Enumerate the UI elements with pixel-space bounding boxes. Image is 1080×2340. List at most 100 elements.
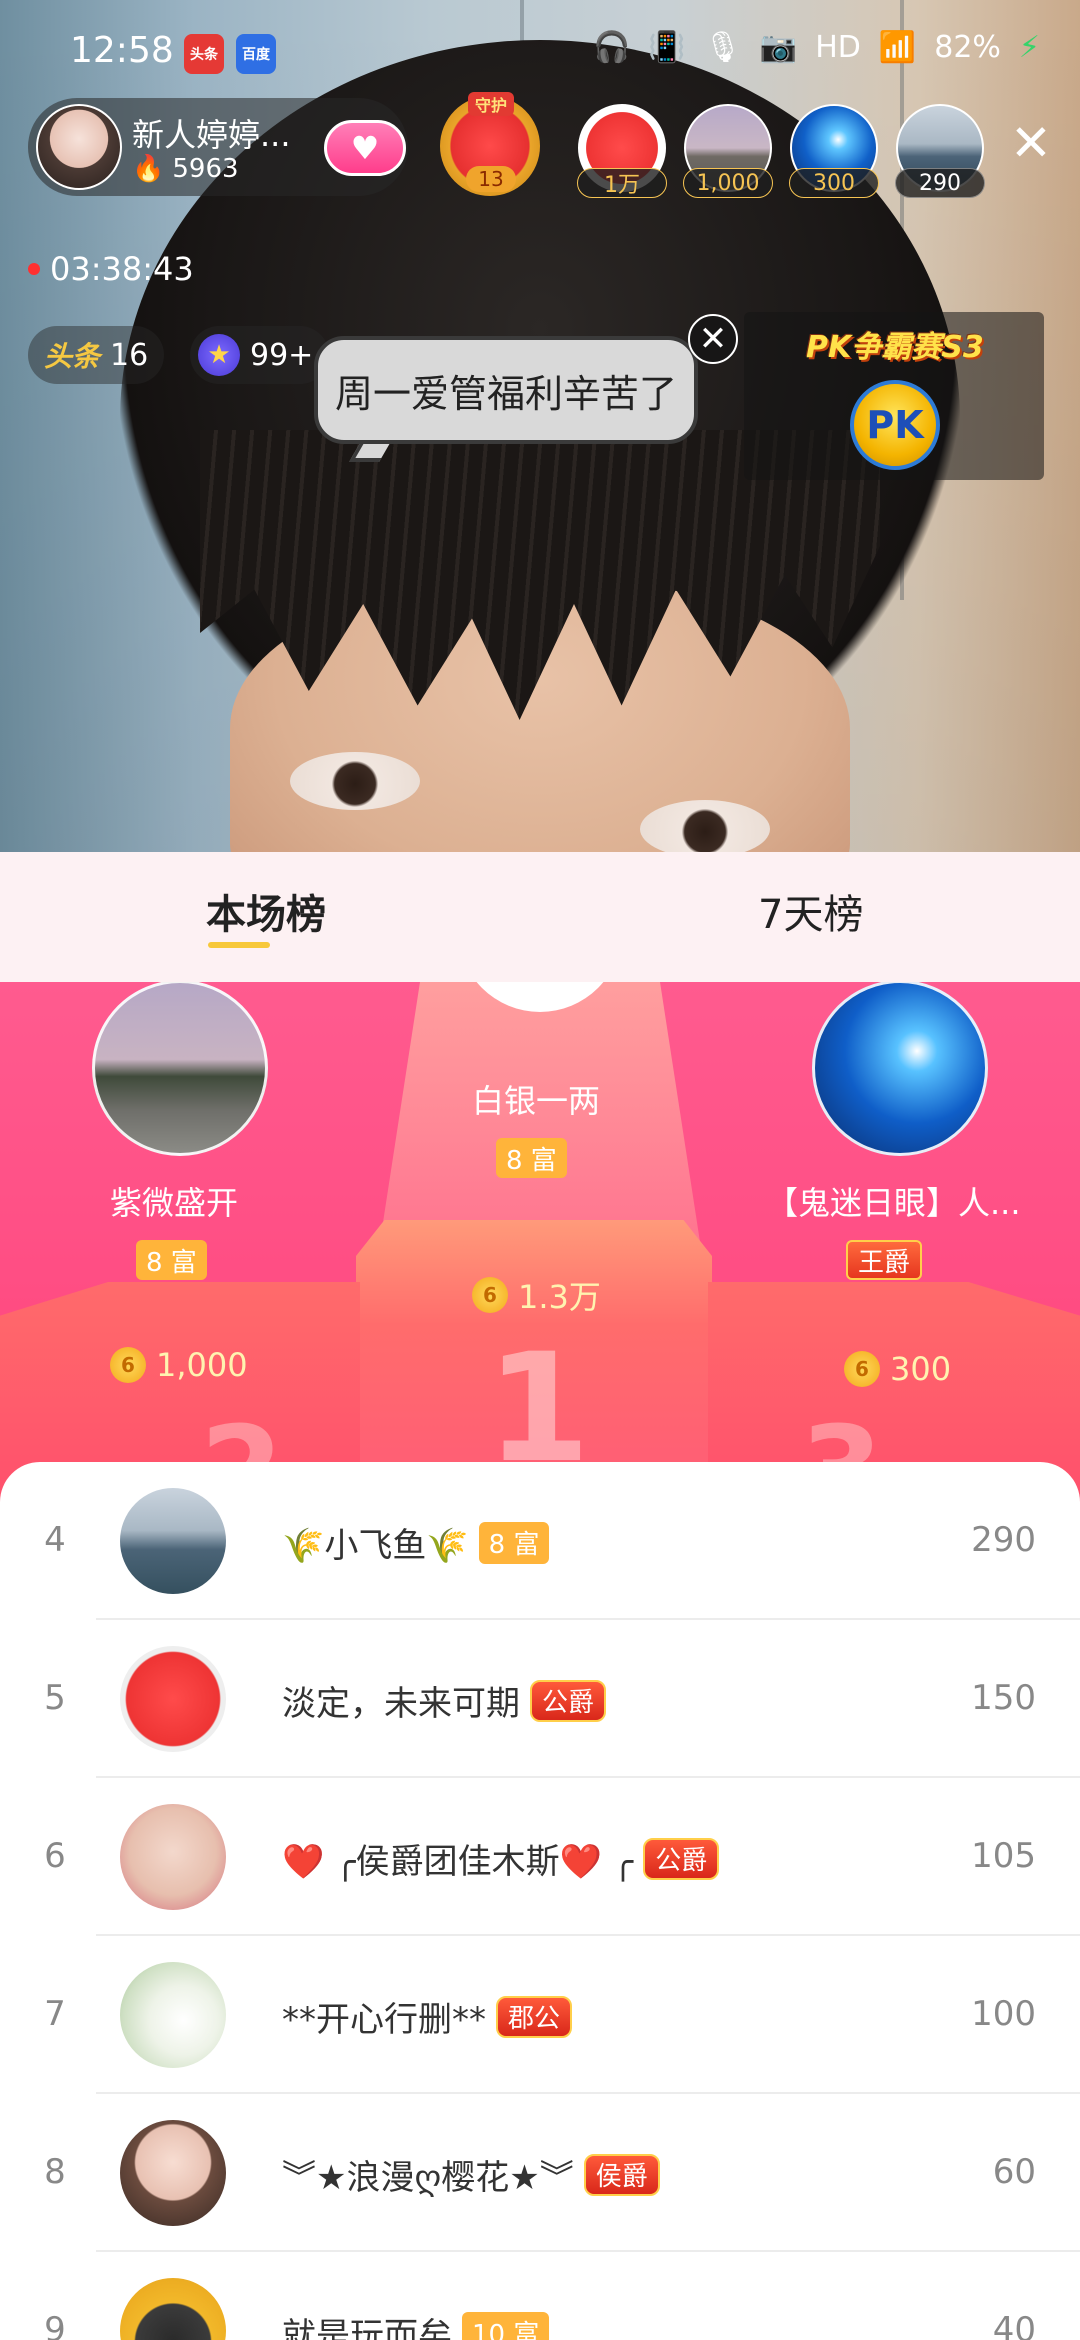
second-place-score: 6 1,000 [110,1346,248,1384]
ranking-row[interactable]: 6 ❤️ ╭侯爵团佳木斯❤️ ╭ 公爵 105 [0,1778,1080,1936]
network-label: HD [815,30,861,65]
host-name: 新人婷婷... [132,116,291,154]
vibrate-icon: 📳 [648,30,686,65]
row-score: 40 [992,2310,1036,2340]
toutiao-count: 16 [110,337,149,373]
viewer-tag: 290 [895,168,985,198]
headphone-icon: 🎧 [593,30,631,65]
follow-button[interactable]: ♥ [324,120,406,176]
host-avatar[interactable] [36,104,122,190]
tab-seven-days[interactable]: 7天榜 [758,882,863,940]
row-name-wrap: 就是玩而矣 10 富 [282,2308,550,2340]
camera-icon: 📷 [759,30,798,65]
first-place-name: 白银一两 [472,1082,601,1120]
row-avatar[interactable] [120,2120,226,2226]
second-place-avatar[interactable] [92,982,268,1156]
row-name: ︾★浪漫ღ樱花★︾ [282,2158,574,2198]
ranking-row[interactable]: 5 淡定，未来可期 公爵 150 [0,1620,1080,1778]
row-name-wrap: 🌾小飞鱼🌾 8 富 [282,1518,550,1567]
row-rank: 4 [44,1520,66,1560]
row-name-wrap: **开心行删** 郡公 [282,1992,573,2041]
ranking-row[interactable]: 4 🌾小飞鱼🌾 8 富 290 [0,1462,1080,1620]
row-avatar[interactable] [120,2278,226,2340]
streamer-eye [290,752,420,810]
bubble-text: 周一爱管福利辛苦了 [334,371,677,416]
row-name: 淡定，未来可期 [282,1684,520,1724]
second-place-level: 8 富 [136,1240,207,1280]
streamer-eye [640,800,770,852]
row-badge: 郡公 [496,1995,573,2038]
third-place-score-value: 300 [890,1350,952,1388]
coin-icon: 6 [110,1347,146,1383]
row-avatar[interactable] [120,1646,226,1752]
row-rank: 5 [44,1678,66,1718]
pk-panel[interactable]: PK争霸赛S3 PK [744,312,1044,480]
toutiao-logo: 头条 [44,340,101,373]
speech-bubble: 周一爱管福利辛苦了 [314,336,698,444]
status-time: 12:58 [70,30,174,71]
row-badge: 10 富 [462,2311,550,2340]
guard-label: 守护 [468,92,514,116]
battery-level: 82% [934,30,1001,65]
guard-count: 13 [466,166,516,192]
ranking-row[interactable]: 8 ︾★浪漫ღ樱花★︾ 侯爵 60 [0,2094,1080,2252]
first-place-score-value: 1.3万 [518,1278,601,1316]
ranking-row[interactable]: 9 就是玩而矣 10 富 40 [0,2252,1080,2340]
pk-title: PK争霸赛S3 [806,330,984,365]
row-badge: 侯爵 [583,2153,660,2196]
row-score: 290 [971,1520,1036,1560]
row-avatar[interactable] [120,1962,226,2068]
ranking-list[interactable]: 4 🌾小飞鱼🌾 8 富 290 5 淡定，未来可期 公爵 150 6 ❤️ ╭侯… [0,1462,1080,2340]
tab-current-session[interactable]: 本场榜 [206,882,326,940]
toutiao-app-icon: 头条 [184,34,224,74]
mic-icon: 🎙 [703,30,742,65]
signal-icon: 📶 [878,30,917,65]
row-badge: 公爵 [530,1679,607,1722]
row-name-wrap: ︾★浪漫ღ樱花★︾ 侯爵 [282,2150,660,2199]
flame-icon: 🔥 [132,154,165,184]
close-icon[interactable]: ✕ [1010,118,1052,168]
second-place-name: 紫微盛开 [110,1184,239,1222]
charging-icon: ⚡ [1018,30,1040,65]
star-count: 99+ [250,337,314,373]
row-score: 150 [971,1678,1036,1718]
third-place-score: 6 300 [844,1350,951,1388]
row-badge: 公爵 [643,1837,720,1880]
row-avatar[interactable] [120,1804,226,1910]
row-rank: 6 [44,1836,66,1876]
row-rank: 7 [44,1994,66,2034]
ranking-row[interactable]: 7 **开心行删** 郡公 100 [0,1936,1080,2094]
coin-icon: 6 [844,1351,880,1387]
coin-icon: 6 [472,1277,508,1313]
status-right: 🎧 📳 🎙 📷 HD 📶 82% ⚡ [593,30,1040,65]
row-name-wrap: 淡定，未来可期 公爵 [282,1676,607,1725]
row-badge: 8 富 [478,1521,550,1564]
viewer-tag: 1万 [577,168,667,198]
star-chip[interactable]: ★ 99+ [190,326,330,384]
third-place-avatar[interactable] [812,982,988,1156]
second-place-score-value: 1,000 [156,1346,248,1384]
pk-button[interactable]: PK [850,380,940,470]
recording-dot [28,263,40,275]
ranking-tabs: 本场榜 7天榜 [0,852,1080,982]
tab-indicator [208,942,270,948]
timer-value: 03:38:43 [50,250,194,288]
toutiao-chip[interactable]: 头条 16 [28,326,165,384]
row-score: 100 [971,1994,1036,2034]
third-place-level: 王爵 [846,1240,923,1280]
row-rank: 9 [44,2310,66,2340]
viewer-tag: 300 [789,168,879,198]
live-timer: 03:38:43 [28,250,194,288]
bubble-close-icon[interactable]: ✕ [688,314,738,364]
row-name-wrap: ❤️ ╭侯爵团佳木斯❤️ ╭ 公爵 [282,1834,720,1883]
status-bar: 12:58 头条 百度 🎧 📳 🎙 📷 HD 📶 82% ⚡ [0,0,1080,108]
viewer-tag: 1,000 [683,168,773,198]
row-avatar[interactable] [120,1488,226,1594]
row-name: **开心行删** [282,2000,486,2040]
first-place-score: 6 1.3万 [472,1272,601,1318]
third-place-name: 【鬼迷日眼】人... [766,1184,1021,1222]
row-rank: 8 [44,2152,66,2192]
podium: 白银一两 8 富 紫微盛开 8 富 【鬼迷日眼】人... 王爵 1 2 3 6 … [0,982,1080,1502]
row-score: 60 [992,2152,1036,2192]
host-heat-value: 5963 [172,154,239,184]
